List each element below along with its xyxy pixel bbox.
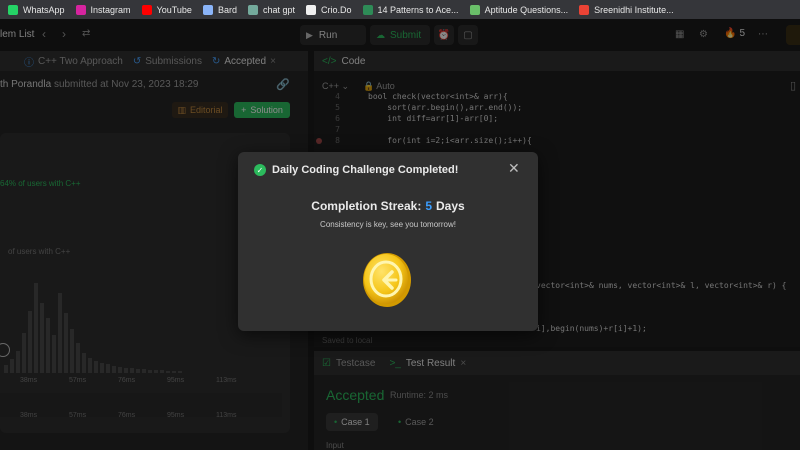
bookmark-instagram[interactable]: Instagram [75,4,131,15]
completion-streak: Completion Streak: 5 Days [311,199,465,213]
chatgpt-icon [247,4,258,15]
check-circle-icon: ✓ [254,164,266,176]
leetcode-coin-icon [363,253,411,307]
youtube-icon [141,4,152,15]
bookmark-patterns[interactable]: 14 Patterns to Ace... [362,4,459,15]
patterns-icon [362,4,373,15]
daily-challenge-modal: ✓ Daily Coding Challenge Completed! ✕ Co… [238,152,538,331]
modal-title: Daily Coding Challenge Completed! [272,164,459,176]
bookmark-chatgpt[interactable]: chat gpt [247,4,295,15]
instagram-icon [75,4,86,15]
aptitude-icon [469,4,480,15]
bookmark-crio[interactable]: Crio.Do [305,4,352,15]
crio-icon [305,4,316,15]
bookmark-aptitude[interactable]: Aptitude Questions... [469,4,568,15]
bookmarks-bar: WhatsApp Instagram YouTube Bard chat gpt Crio… [0,0,800,19]
gmail-icon [579,4,590,15]
modal-subtitle: Consistency is key, see you tomorrow! [320,220,456,229]
bard-icon [202,4,213,15]
bookmark-youtube[interactable]: YouTube [141,4,192,15]
bookmark-bard[interactable]: Bard [202,4,237,15]
close-icon[interactable]: ✕ [508,160,520,177]
whatsapp-icon [8,4,18,15]
bookmark-whatsapp[interactable]: WhatsApp [8,4,65,15]
bookmark-gmail[interactable]: Sreenidhi Institute... [579,4,674,15]
